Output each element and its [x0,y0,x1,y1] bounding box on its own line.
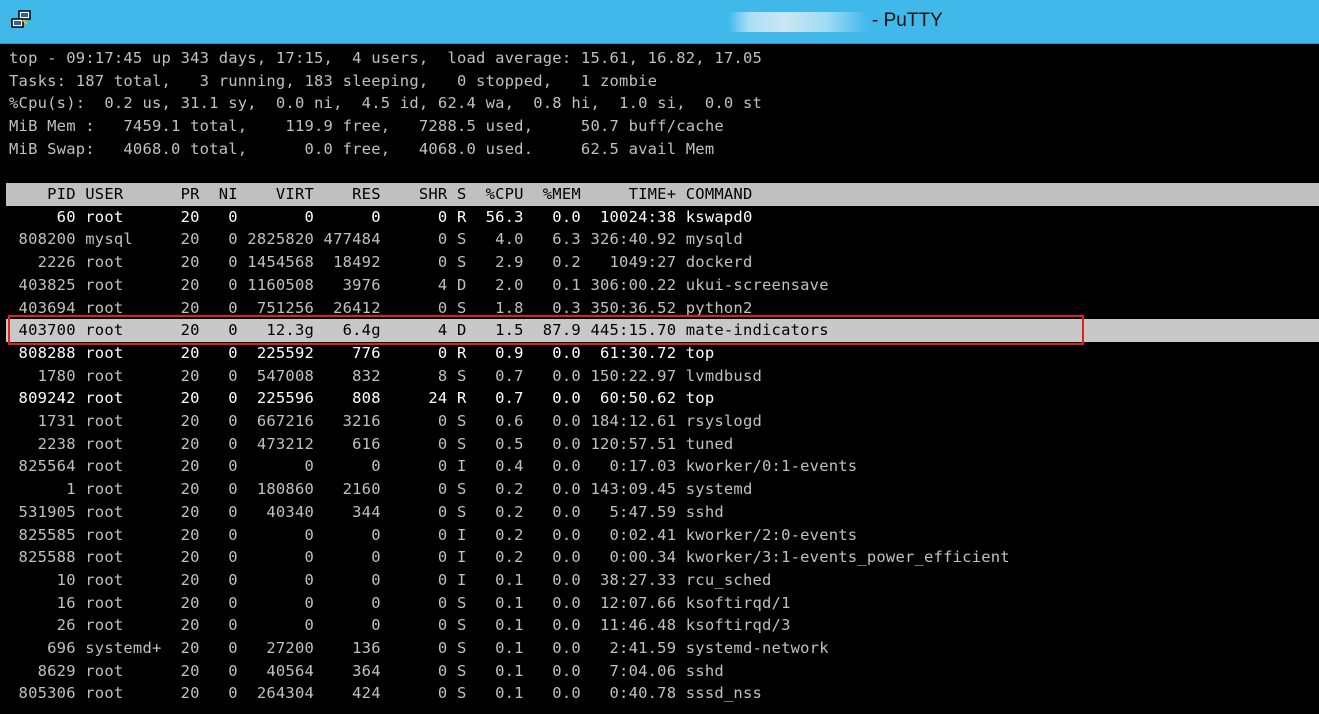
process-row: 403825 root 20 0 1160508 3976 4 D 2.0 0.… [9,275,829,294]
putty-app-icon[interactable] [10,10,32,30]
summary-uptime-line: top - 09:17:45 up 343 days, 17:15, 4 use… [9,49,763,67]
process-row: 825564 root 20 0 0 0 0 I 0.4 0.0 0:17.03… [9,457,858,476]
process-row: 809242 root 20 0 225596 808 24 R 0.7 0.0… [9,389,715,408]
summary-cpu-line: %Cpu(s): 0.2 us, 31.1 sy, 0.0 ni, 4.5 id… [9,94,763,113]
summary-tasks-line: Tasks: 187 total, 3 running, 183 sleepin… [9,71,658,90]
process-row: 26 root 20 0 0 0 0 S 0.1 0.0 11:46.48 ks… [9,616,791,635]
summary-swap-line: MiB Swap: 4068.0 total, 0.0 free, 4068.0… [9,139,715,158]
process-row: 2238 root 20 0 473212 616 0 S 0.5 0.0 12… [9,434,734,453]
process-row: 1780 root 20 0 547008 832 8 S 0.7 0.0 15… [9,366,763,385]
process-row: 1731 root 20 0 667216 3216 0 S 0.6 0.0 1… [9,412,763,430]
highlight-annotation-box [8,315,1084,345]
summary-mem-line: MiB Mem : 7459.1 total, 119.9 free, 7288… [9,117,724,136]
process-row: 2226 root 20 0 1454568 18492 0 S 2.9 0.2… [9,253,753,272]
redacted-hostname [728,12,868,32]
process-row: 60 root 20 0 0 0 0 R 56.3 0.0 10024:38 k… [9,207,753,226]
process-row: 808200 mysql 20 0 2825820 477484 0 S 4.0… [9,230,743,249]
column-header: PID USER PR NI VIRT RES SHR S %CPU %MEM … [9,185,753,203]
putty-window: - PuTTY top - 09:17:45 up 343 days, 17:1… [0,0,1319,714]
process-row: 805306 root 20 0 264304 424 0 S 0.1 0.0 … [9,684,763,703]
process-row: 696 systemd+ 20 0 27200 136 0 S 0.1 0.0 … [9,639,829,657]
process-row: 808288 root 20 0 225592 776 0 R 0.9 0.0 … [9,343,715,362]
window-title: - PuTTY [872,10,943,31]
process-row: 1 root 20 0 180860 2160 0 S 0.2 0.0 143:… [9,480,753,499]
process-row: 825585 root 20 0 0 0 0 I 0.2 0.0 0:02.41… [9,525,858,544]
process-row: 16 root 20 0 0 0 0 S 0.1 0.0 12:07.66 ks… [9,593,791,612]
title-bar[interactable]: - PuTTY [0,0,1319,44]
terminal-area[interactable]: top - 09:17:45 up 343 days, 17:15, 4 use… [0,45,1319,714]
process-row: 10 root 20 0 0 0 0 I 0.1 0.0 38:27.33 rc… [9,570,772,589]
process-row: 825588 root 20 0 0 0 0 I 0.2 0.0 0:00.34… [9,548,1010,567]
process-row: 531905 root 20 0 40340 344 0 S 0.2 0.0 5… [9,502,724,521]
process-row: 8629 root 20 0 40564 364 0 S 0.1 0.0 7:0… [9,661,724,680]
